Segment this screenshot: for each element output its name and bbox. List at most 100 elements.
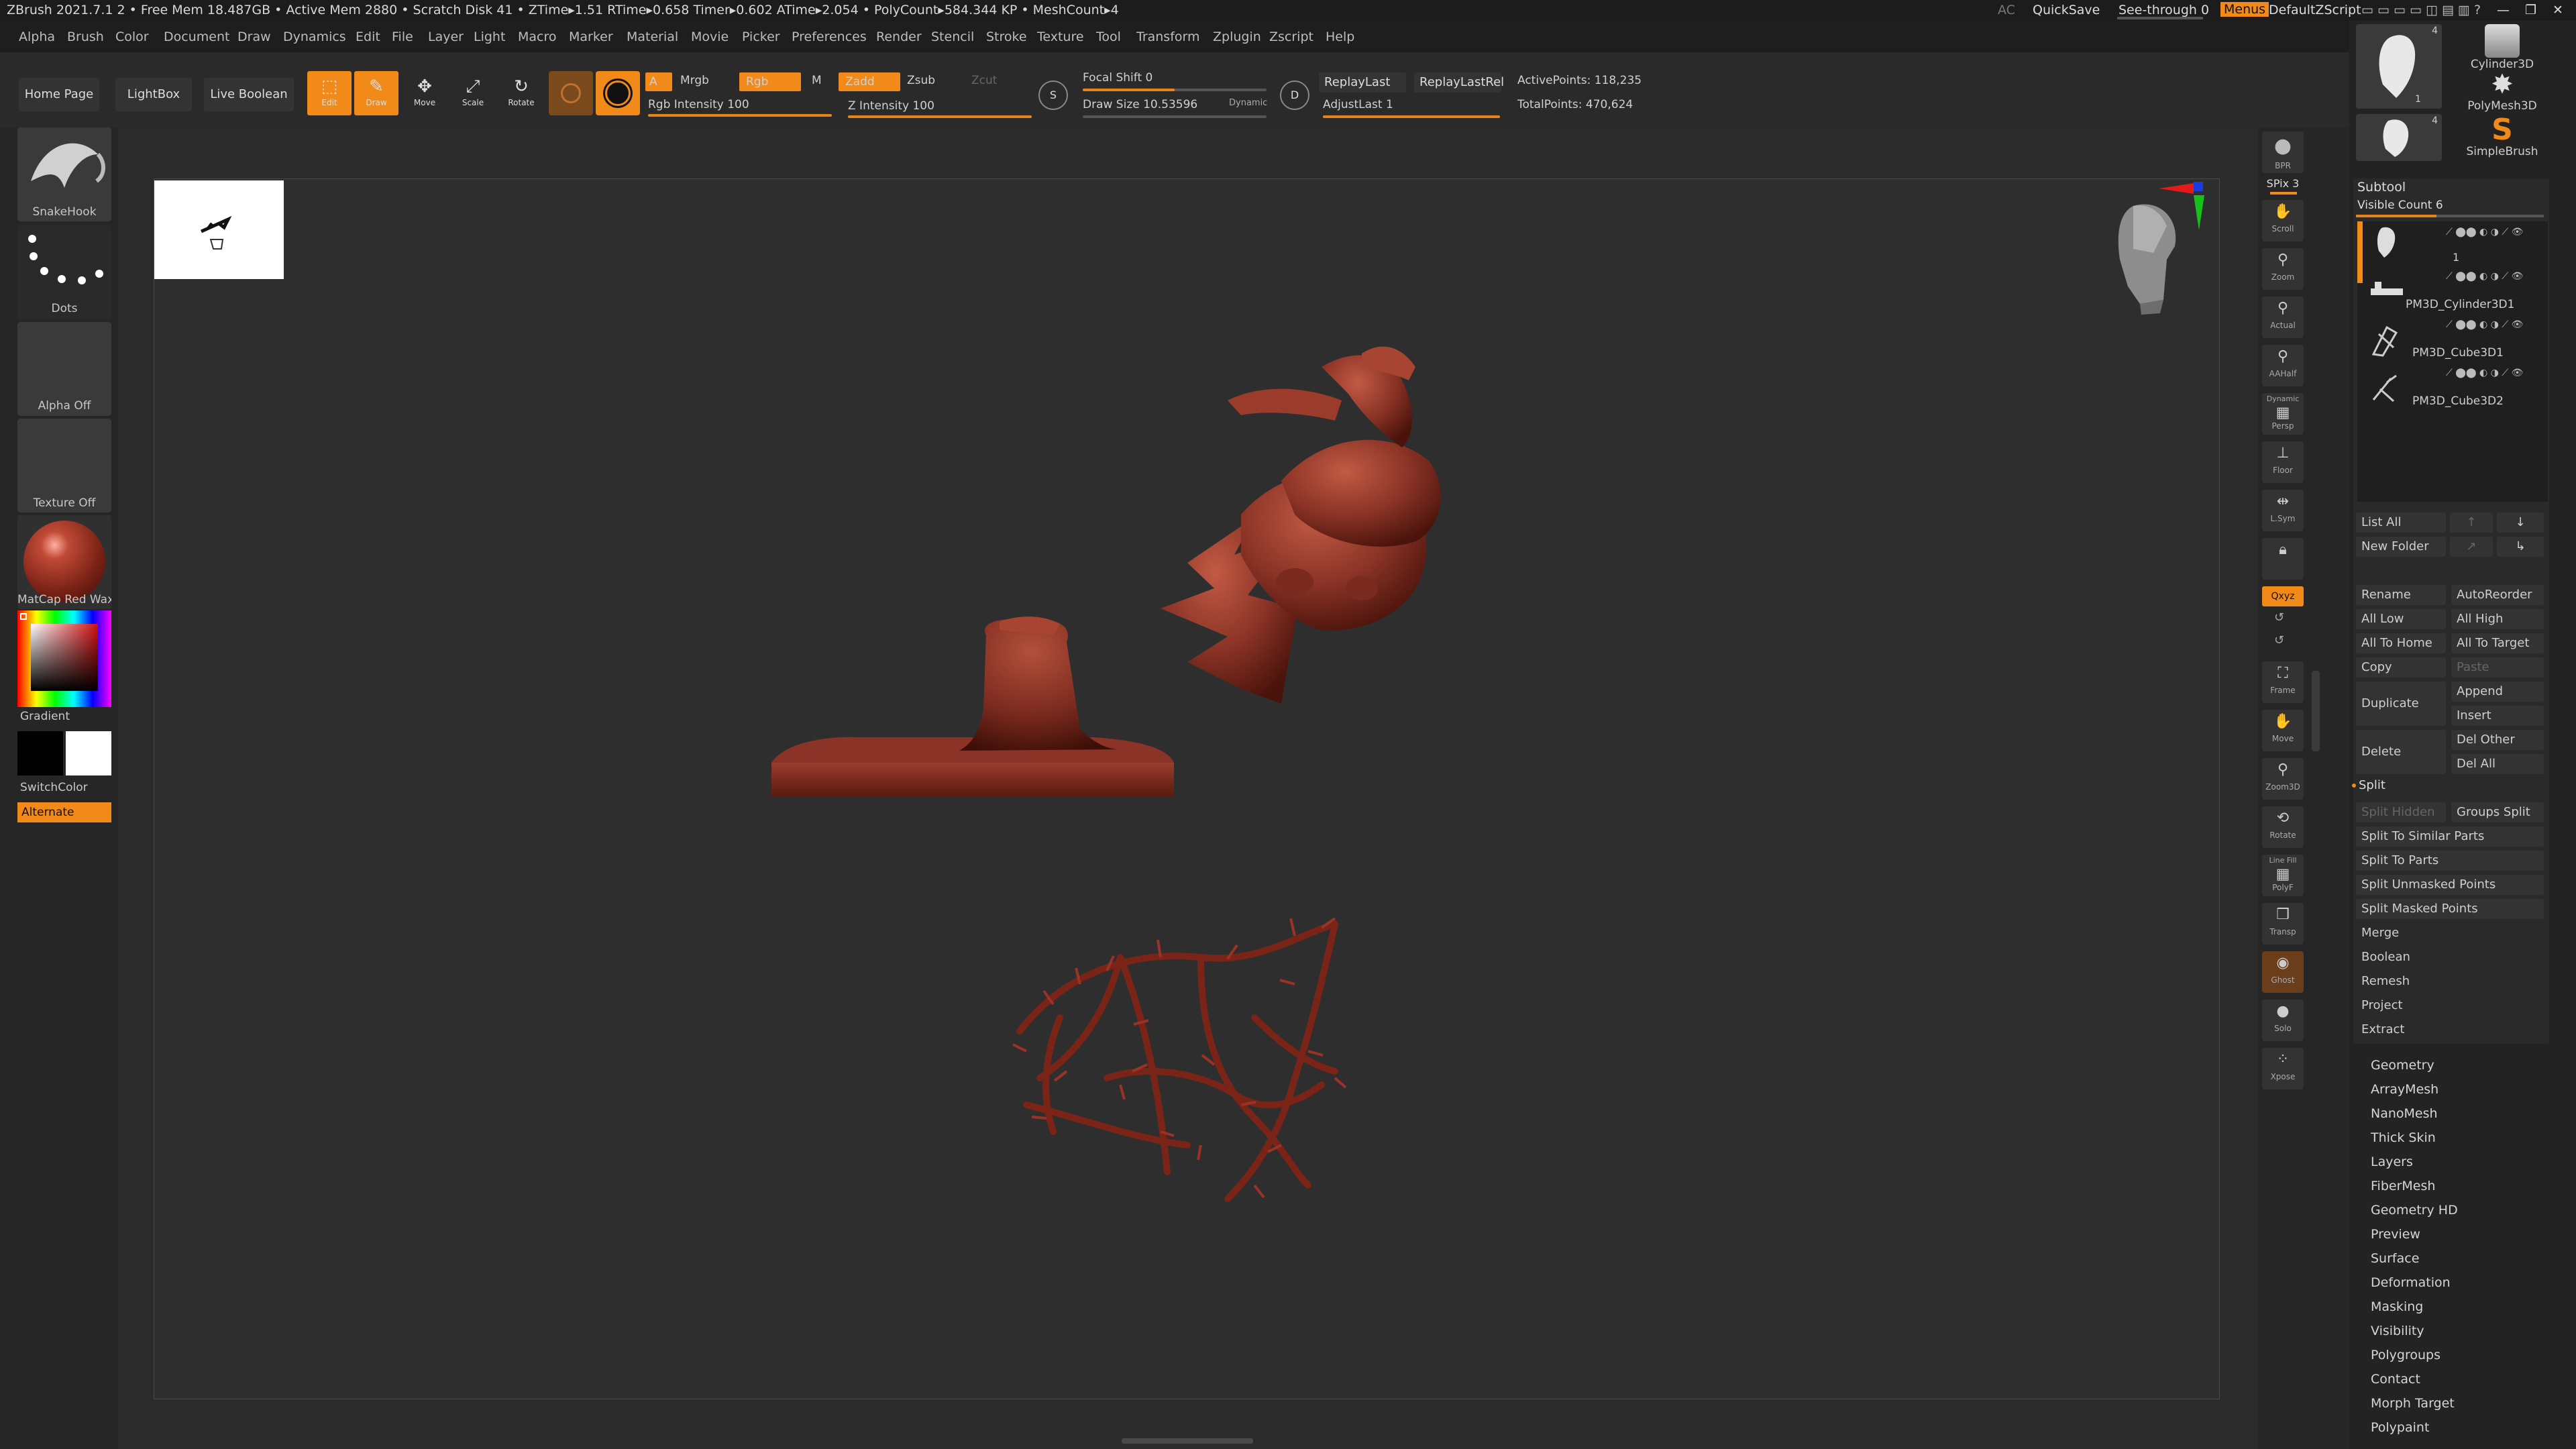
color-square[interactable]	[31, 624, 98, 691]
folder-in-icon[interactable]: ↳	[2497, 537, 2544, 557]
menu-layer[interactable]: Layer	[428, 30, 464, 44]
move-button[interactable]: ✥ Move	[402, 71, 447, 115]
project-section[interactable]: Project	[2356, 996, 2544, 1016]
subtool-1-toggles-icon[interactable]: ⟋ ⬤⬤ ◐ ◑ ⟋ 👁︎	[2446, 227, 2523, 237]
split-parts-button[interactable]: Split To Parts	[2356, 851, 2544, 871]
draw-button[interactable]: ✎ Draw	[354, 71, 398, 115]
menu-stroke[interactable]: Stroke	[986, 30, 1027, 44]
dynamic-toggle[interactable]: Dynamic	[1229, 98, 1267, 108]
bpr-button[interactable]: ● BPR	[2262, 131, 2304, 173]
menu-tool[interactable]: Tool	[1096, 30, 1121, 44]
tool-slot-polymesh[interactable]: ✸ PolyMesh3D	[2459, 70, 2545, 114]
menu-draw[interactable]: Draw	[237, 30, 271, 44]
masking-section[interactable]: Masking	[2356, 1295, 2576, 1319]
seethrough-slider[interactable]: See-through 0	[2118, 3, 2209, 17]
gizmo-z-axis-icon[interactable]	[2194, 182, 2203, 191]
ghost-button[interactable]: ◉ Ghost	[2262, 951, 2304, 993]
focal-shift-label[interactable]: Focal Shift 0	[1083, 71, 1152, 85]
visible-count-slider[interactable]: Visible Count 6	[2357, 199, 2443, 212]
new-folder-button[interactable]: New Folder	[2356, 537, 2446, 557]
navigator-thumbnail[interactable]	[154, 180, 284, 279]
menu-preferences[interactable]: Preferences	[792, 30, 867, 44]
subtool-item-4[interactable]: ⟋ ⬤⬤ ◐ ◑ ⟋ 👁︎ PM3D_Cube3D2	[2365, 366, 2545, 413]
append-button[interactable]: Append	[2451, 682, 2544, 702]
rename-button[interactable]: Rename	[2356, 585, 2446, 605]
switchcolor-button[interactable]: SwitchColor	[17, 781, 111, 794]
menu-dynamics[interactable]: Dynamics	[283, 30, 346, 44]
adjustlast-track[interactable]	[1323, 115, 1500, 118]
menu-file[interactable]: File	[392, 30, 413, 44]
menu-zplugin[interactable]: Zplugin	[1213, 30, 1261, 44]
menu-macro[interactable]: Macro	[518, 30, 557, 44]
delete-button[interactable]: Delete	[2356, 730, 2446, 774]
menu-color[interactable]: Color	[115, 30, 149, 44]
extract-section[interactable]: Extract	[2356, 1020, 2544, 1040]
boolean-section[interactable]: Boolean	[2356, 947, 2544, 967]
menu-stencil[interactable]: Stencil	[931, 30, 974, 44]
merge-section[interactable]: Merge	[2356, 923, 2544, 943]
layers-section[interactable]: Layers	[2356, 1150, 2576, 1174]
solo-button[interactable]: ● Solo	[2262, 1000, 2304, 1041]
menu-zscript[interactable]: Zscript	[1269, 30, 1313, 44]
subtool-3-toggles-icon[interactable]: ⟋ ⬤⬤ ◐ ◑ ⟋ 👁︎	[2446, 319, 2523, 330]
focal-shift-track[interactable]	[1083, 89, 1267, 91]
gizmo-head-icon[interactable]	[2118, 204, 2176, 315]
layout-icons[interactable]: ▭ ▭ ▭ ▭ ◫ ▤ ▥ ?	[2361, 3, 2481, 17]
rgb-intensity-track[interactable]	[648, 114, 832, 117]
groups-split-button[interactable]: Groups Split	[2451, 802, 2544, 822]
spix-slider[interactable]: SPix 3	[2262, 177, 2304, 190]
all-to-target-button[interactable]: All To Target	[2451, 633, 2544, 653]
move-down-icon[interactable]: ↓	[2497, 513, 2544, 533]
xpose-button[interactable]: ⁘ Xpose	[2262, 1048, 2304, 1089]
menu-light[interactable]: Light	[474, 30, 505, 44]
move-up-icon[interactable]: ↑	[2450, 513, 2493, 533]
menu-alpha[interactable]: Alpha	[19, 30, 55, 44]
quicksave-button[interactable]: QuickSave	[2033, 3, 2100, 17]
del-all-button[interactable]: Del All	[2451, 754, 2544, 774]
secondary-color-swatch[interactable]	[17, 731, 63, 775]
zadd-toggle[interactable]: Zadd	[839, 72, 900, 91]
zsub-toggle[interactable]: Zsub	[907, 74, 935, 87]
menu-marker[interactable]: Marker	[569, 30, 613, 44]
insert-button[interactable]: Insert	[2451, 706, 2544, 726]
rgb-toggle[interactable]: Rgb	[739, 72, 801, 91]
zcut-toggle[interactable]: Zcut	[971, 74, 997, 87]
menu-help[interactable]: Help	[1326, 30, 1354, 44]
thick-skin-section[interactable]: Thick Skin	[2356, 1126, 2576, 1150]
tool-slot-cylinder[interactable]: Cylinder3D	[2459, 24, 2545, 71]
paste-button[interactable]: Paste	[2451, 657, 2544, 678]
transp-button[interactable]: ❒ Transp	[2262, 903, 2304, 945]
primary-color-swatch[interactable]	[66, 731, 111, 775]
menus-button[interactable]: Menus	[2220, 2, 2269, 17]
m-toggle[interactable]: M	[812, 74, 822, 87]
replaylastrel-button[interactable]: ReplayLastRel	[1414, 72, 1504, 93]
split-similar-button[interactable]: Split To Similar Parts	[2356, 826, 2544, 847]
menu-material[interactable]: Material	[627, 30, 678, 44]
all-low-button[interactable]: All Low	[2356, 609, 2446, 629]
menu-edit[interactable]: Edit	[356, 30, 380, 44]
gizmo-x-axis-icon[interactable]	[2159, 183, 2194, 194]
scroll-button[interactable]: ✋ Scroll	[2262, 200, 2304, 241]
lock-button[interactable]: 🔒︎	[2262, 538, 2304, 580]
replaylast-button[interactable]: ReplayLast	[1319, 72, 1406, 93]
surface-section[interactable]: Surface	[2356, 1246, 2576, 1271]
viewport-scene[interactable]	[154, 179, 2220, 1400]
polypaint-section[interactable]: Polypaint	[2356, 1415, 2576, 1440]
rotate-z-icon[interactable]: ↺	[2274, 633, 2284, 647]
split-unmasked-button[interactable]: Split Unmasked Points	[2356, 875, 2544, 895]
scale-button[interactable]: ⤢ Scale	[451, 71, 495, 115]
pedestal-mesh[interactable]	[771, 616, 1174, 796]
frame-button[interactable]: ⛶ Frame	[2262, 661, 2304, 703]
split-hidden-button[interactable]: Split Hidden	[2356, 802, 2446, 822]
geometry-section[interactable]: Geometry	[2356, 1053, 2576, 1077]
geometry-hd-section[interactable]: Geometry HD	[2356, 1198, 2576, 1222]
d-stroke-icon[interactable]: D	[1280, 80, 1309, 110]
adjustlast-label[interactable]: AdjustLast 1	[1323, 98, 1393, 111]
rotate-button[interactable]: ↻ Rotate	[499, 71, 543, 115]
lightbox-button[interactable]: LightBox	[115, 78, 192, 111]
edit-button[interactable]: ⬚ Edit	[307, 71, 352, 115]
polygroups-section[interactable]: Polygroups	[2356, 1343, 2576, 1367]
contact-section[interactable]: Contact	[2356, 1367, 2576, 1391]
aahalf-button[interactable]: ⚲ AAHalf	[2262, 345, 2304, 386]
mrgb-toggle[interactable]: Mrgb	[680, 74, 709, 87]
